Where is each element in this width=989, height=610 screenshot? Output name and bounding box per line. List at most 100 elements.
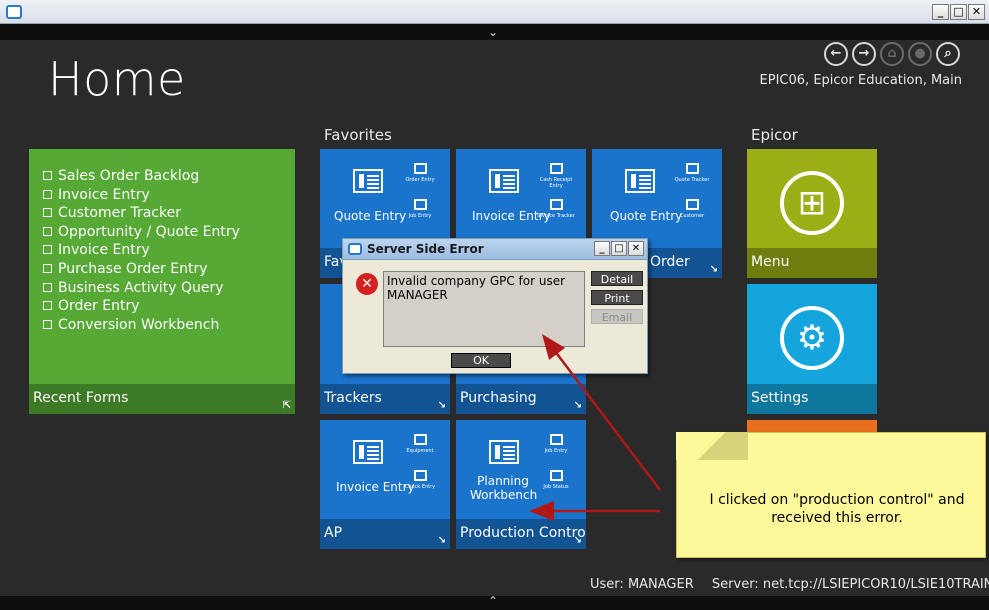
list-item[interactable]: Business Activity Query [43, 279, 240, 298]
dialog-titlebar: Server Side Error _ □ ✕ [343, 239, 647, 260]
email-button[interactable]: Email [591, 309, 643, 324]
app-icon [6, 5, 22, 19]
expand-icon: ↘ [437, 535, 446, 546]
favorites-heading: Favorites [324, 126, 392, 144]
close-button[interactable]: ✕ [968, 4, 985, 20]
error-message: Invalid company GPC for user MANAGER [383, 271, 585, 347]
dialog-title: Server Side Error [367, 242, 484, 256]
server-error-dialog: Server Side Error _ □ ✕ ✕ Invalid compan… [342, 238, 648, 374]
detail-button[interactable]: Detail [591, 271, 643, 286]
list-item[interactable]: Invoice Entry [43, 186, 240, 205]
chevron-down-icon[interactable]: ⌄ [488, 25, 498, 39]
form-icon [43, 301, 52, 311]
recent-forms-label: Recent Forms [33, 390, 129, 406]
list-item[interactable]: Order Entry [43, 297, 240, 316]
form-icon [43, 245, 52, 255]
tile-footer: Recent Forms ⇱ [29, 384, 295, 414]
menu-grid-icon: ⊞ [780, 171, 844, 235]
customer-icon [685, 199, 699, 210]
form-icon [353, 440, 383, 464]
form-icon [413, 163, 427, 174]
form-icon [43, 226, 52, 236]
list-item[interactable]: Purchase Order Entry [43, 260, 240, 279]
form-icon [43, 319, 52, 329]
chat-icon[interactable]: ● [908, 42, 932, 66]
mini-shortcut[interactable]: Cash Receipt Entry [536, 163, 576, 189]
expand-icon: ↘ [437, 400, 446, 411]
minimize-button[interactable]: _ [932, 4, 949, 20]
search-icon[interactable]: ⌕ [936, 42, 960, 66]
form-icon [549, 434, 563, 445]
gear-icon: ⚙ [780, 306, 844, 370]
expand-icon: ⇱ [282, 400, 291, 411]
dialog-window-controls: _ □ ✕ [594, 241, 644, 256]
app-icon [348, 243, 362, 255]
minimize-button[interactable]: _ [594, 241, 610, 256]
maximize-button[interactable]: □ [611, 241, 627, 256]
close-button[interactable]: ✕ [628, 241, 644, 256]
tile-footer: Trackers ↘ [320, 384, 450, 414]
form-icon [43, 282, 52, 292]
list-item[interactable]: Conversion Workbench [43, 316, 240, 335]
recent-forms-tile[interactable]: Sales Order Backlog Invoice Entry Custom… [29, 149, 295, 414]
tile-main-label: Planning Workbench [470, 474, 538, 502]
tile-footer: AP ↘ [320, 519, 450, 549]
mini-shortcut[interactable]: Check Entry [400, 470, 440, 490]
form-icon [413, 199, 427, 210]
tile-footer: Production Control ↘ [456, 519, 586, 549]
mini-shortcut[interactable]: Job Entry [400, 199, 440, 219]
equipment-icon [413, 434, 427, 445]
expand-icon: ↘ [573, 400, 582, 411]
tile-footer: Menu [747, 248, 877, 278]
mini-shortcut[interactable]: Job Status [536, 470, 576, 490]
tile-main-label: Quote Entry [334, 209, 407, 223]
form-icon [43, 171, 52, 180]
form-icon [489, 169, 519, 193]
settings-tile[interactable]: ⚙ Settings [747, 284, 877, 414]
mini-shortcut[interactable]: Invoice Tracker [536, 199, 576, 219]
mini-shortcut[interactable]: Customer [672, 199, 712, 219]
mini-shortcut[interactable]: Quote Tracker [672, 163, 712, 183]
company-label: EPIC06, Epicor Education, Main [759, 73, 962, 88]
list-item[interactable]: Invoice Entry [43, 241, 240, 260]
page-title: Home [48, 52, 186, 106]
ap-tile[interactable]: Invoice Entry Equipment Check Entry AP ↘ [320, 420, 450, 549]
maximize-button[interactable]: □ [950, 4, 967, 20]
search-doc-icon [549, 199, 563, 210]
print-button[interactable]: Print [591, 290, 643, 305]
window-controls: _ □ ✕ [932, 4, 985, 20]
search-doc-icon [685, 163, 699, 174]
form-icon [43, 189, 52, 199]
list-item[interactable]: Sales Order Backlog [43, 167, 240, 186]
user-value: MANAGER [627, 577, 694, 592]
expand-icon: ↘ [709, 264, 718, 275]
callout-fold [676, 432, 748, 460]
mini-shortcut[interactable]: Order Entry [400, 163, 440, 183]
form-icon [43, 208, 52, 218]
list-item[interactable]: Opportunity / Quote Entry [43, 223, 240, 242]
nav-buttons: ← → ⌂ ● ⌕ [824, 42, 960, 66]
list-item[interactable]: Customer Tracker [43, 204, 240, 223]
home-icon[interactable]: ⌂ [880, 42, 904, 66]
chevron-up-icon[interactable]: ⌃ [488, 594, 498, 608]
form-icon [625, 169, 655, 193]
form-icon [353, 169, 383, 193]
production-control-tile[interactable]: Planning Workbench Job Entry Job Status … [456, 420, 586, 549]
forward-icon[interactable]: → [852, 42, 876, 66]
expand-icon: ↘ [573, 535, 582, 546]
tile-footer: Settings [747, 384, 877, 414]
callout-text: I clicked on "production control" and re… [709, 492, 965, 526]
form-icon [489, 440, 519, 464]
mini-shortcut[interactable]: Job Entry [536, 434, 576, 454]
server-value: net.tcp://LSIEPICOR10/LSIE10TRAIN [762, 577, 989, 592]
window-titlebar: _ □ ✕ [0, 0, 989, 24]
form-icon [549, 163, 563, 174]
back-icon[interactable]: ← [824, 42, 848, 66]
menu-tile[interactable]: ⊞ Menu [747, 149, 877, 278]
status-bar: User: MANAGER Server: net.tcp://LSIEPICO… [590, 577, 989, 592]
mini-shortcut[interactable]: Equipment [400, 434, 440, 454]
ok-button[interactable]: OK [451, 353, 511, 368]
form-icon [413, 470, 427, 481]
printer-icon [549, 470, 563, 481]
epicor-heading: Epicor [751, 126, 798, 144]
